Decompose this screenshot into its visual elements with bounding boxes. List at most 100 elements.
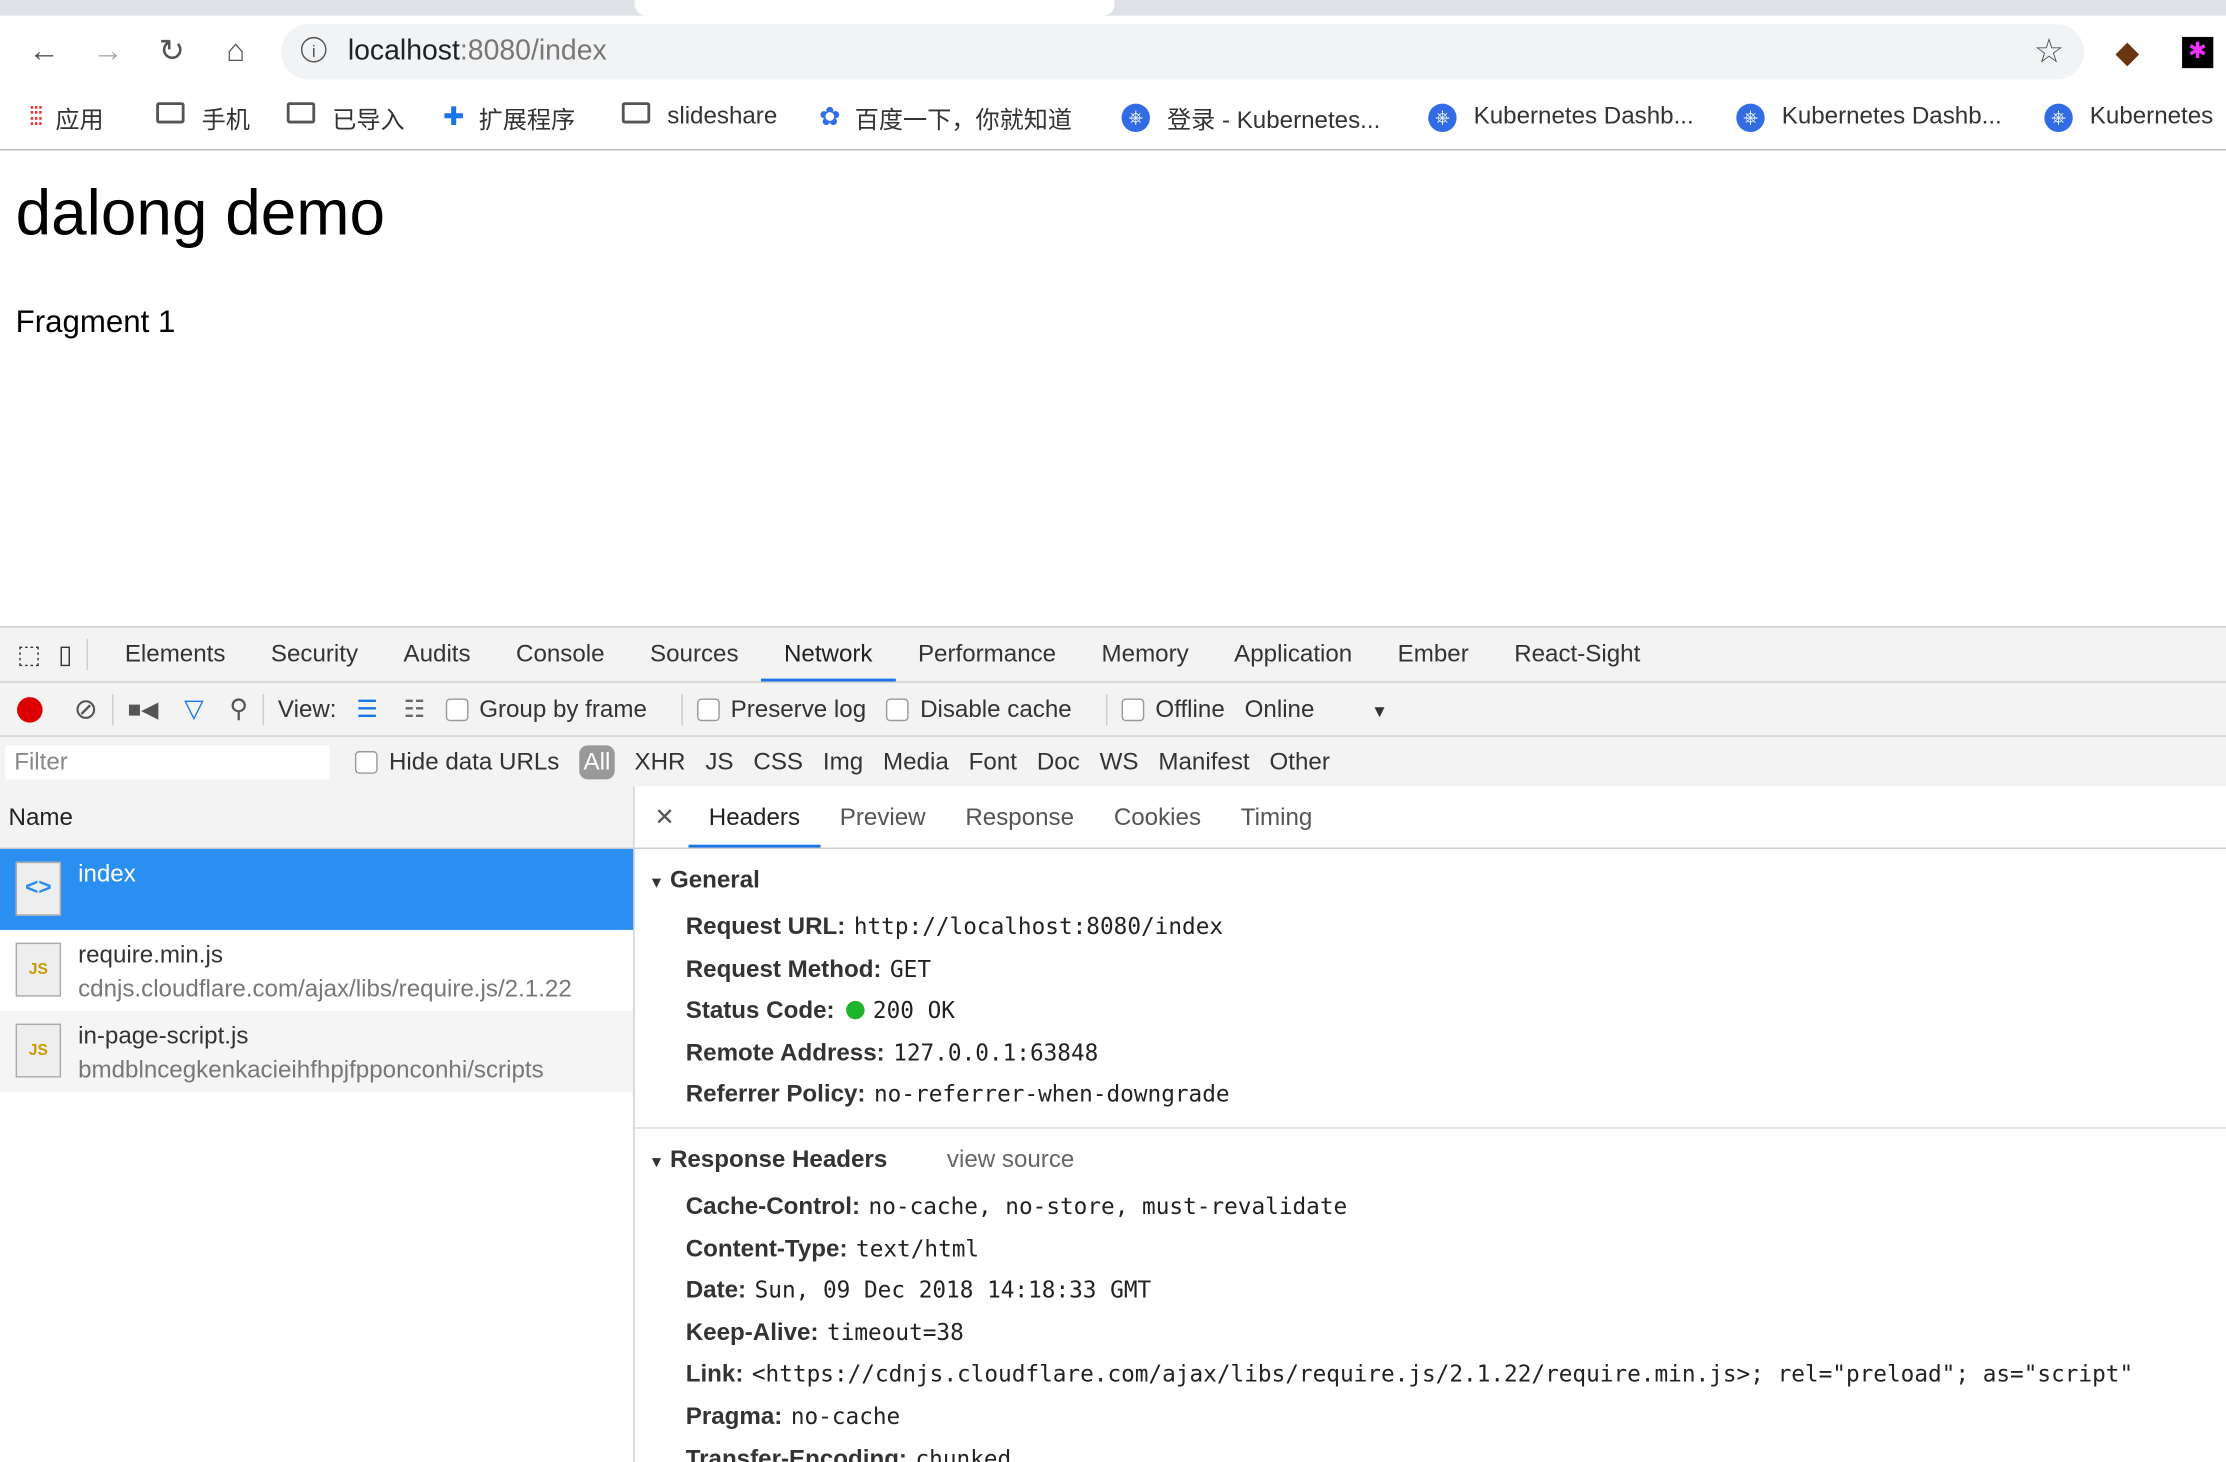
filter-type-js[interactable]: JS — [705, 747, 733, 775]
filter-type-manifest[interactable]: Manifest — [1158, 747, 1249, 775]
offline-checkbox[interactable] — [1121, 697, 1145, 721]
detail-tab-cookies[interactable]: Cookies — [1094, 787, 1221, 848]
record-icon[interactable] — [17, 696, 43, 722]
header-value: no-referrer-when-downgrade — [874, 1080, 1230, 1108]
devtools-tab-ember[interactable]: Ember — [1375, 628, 1492, 682]
devtools-tab-network[interactable]: Network — [761, 628, 896, 682]
apps-grid-icon: ⁞⁞⁞ — [28, 101, 44, 130]
devtools-tab-audits[interactable]: Audits — [381, 628, 494, 682]
detail-tab-preview[interactable]: Preview — [820, 787, 946, 848]
filter-type-other[interactable]: Other — [1270, 747, 1330, 775]
filter-type-ws[interactable]: WS — [1100, 747, 1139, 775]
header-row: Pragma: no-cache — [635, 1395, 2226, 1437]
offline-label: Offline — [1155, 694, 1225, 722]
large-rows-icon[interactable]: ☰ — [356, 695, 378, 723]
detail-tab-response[interactable]: Response — [945, 787, 1093, 848]
view-source-link[interactable]: view source — [947, 1146, 1074, 1173]
header-value: 127.0.0.1:63848 — [893, 1038, 1099, 1066]
extension-icon[interactable]: ◆ — [2115, 34, 2139, 71]
response-headers-title: Response Headers — [669, 1145, 888, 1173]
forward-icon[interactable]: → — [88, 31, 128, 71]
waterfall-icon[interactable]: ☷ — [404, 695, 426, 723]
search-icon[interactable]: ⚲ — [229, 694, 248, 724]
device-toolbar-icon[interactable]: ▯ — [58, 640, 72, 670]
devtools-tab-security[interactable]: Security — [248, 628, 381, 682]
bookmark-item[interactable]: ⎈ Kubernetes — [2044, 97, 2213, 137]
header-value: timeout=38 — [827, 1318, 964, 1346]
devtools-panel: ⬚ ▯ Elements Security Audits Console Sources… — [0, 626, 2226, 1462]
header-value: Sun, 09 Dec 2018 14:18:33 GMT — [754, 1276, 1152, 1304]
active-browser-tab[interactable] — [634, 0, 1115, 16]
header-row: Request Method: GET — [635, 948, 2226, 990]
bookmark-star-icon[interactable]: ☆ — [2034, 31, 2065, 72]
devtools-tab-elements[interactable]: Elements — [102, 628, 248, 682]
bookmark-item[interactable]: slideshare — [621, 97, 778, 137]
filter-type-font[interactable]: Font — [969, 747, 1017, 775]
request-name: require.min.js — [78, 941, 223, 969]
devtools-tab-performance[interactable]: Performance — [895, 628, 1079, 682]
devtools-tab-application[interactable]: Application — [1211, 628, 1375, 682]
clear-icon[interactable]: ⊘ — [74, 691, 98, 726]
preserve-log-checkbox[interactable] — [696, 697, 720, 721]
divider — [262, 693, 264, 725]
bookmark-item[interactable]: ⁞⁞⁞ 应用 — [28, 97, 103, 137]
reload-icon[interactable]: ↻ — [152, 31, 192, 71]
bookmark-item[interactable]: ⎈ Kubernetes Dashb... — [1736, 97, 2002, 137]
detail-tab-timing[interactable]: Timing — [1221, 787, 1332, 848]
bookmark-item[interactable]: 已导入 — [286, 97, 405, 137]
filter-type-doc[interactable]: Doc — [1037, 747, 1080, 775]
request-row[interactable]: <> index — [0, 848, 634, 930]
disable-cache-label: Disable cache — [920, 694, 1072, 722]
folder-icon — [156, 102, 201, 130]
bookmark-item[interactable]: ✿ 百度一下，你就知道 — [819, 97, 1072, 137]
detail-tab-headers[interactable]: Headers — [688, 787, 821, 848]
request-row[interactable]: JS in-page-script.js bmdblncegkenkacieihfh… — [0, 1010, 634, 1092]
inspect-icon[interactable]: ⬚ — [17, 640, 41, 670]
filter-type-xhr[interactable]: XHR — [634, 747, 685, 775]
request-row[interactable]: JS require.min.js cdnjs.cloudflare.com/aja… — [0, 930, 633, 1011]
header-row: Status Code: 200 OK — [635, 990, 2226, 1032]
bookmark-label: 扩展程序 — [478, 105, 576, 133]
filter-type-img[interactable]: Img — [823, 747, 863, 775]
devtools-tab-react-sight[interactable]: React-Sight — [1491, 628, 1663, 682]
bookmark-label: Kubernetes Dashb... — [1473, 102, 1694, 130]
disable-cache-checkbox[interactable] — [886, 697, 909, 721]
screenshot-camera-icon[interactable]: ■◀ — [127, 695, 158, 723]
bookmark-label: 百度一下，你就知道 — [854, 105, 1073, 133]
bookmark-item[interactable]: ⎈ 登录 - Kubernetes... — [1121, 97, 1380, 137]
throttle-select[interactable]: Online ▼ — [1245, 695, 1388, 723]
header-value: no-cache — [790, 1402, 901, 1430]
home-icon[interactable]: ⌂ — [216, 31, 256, 71]
header-value: 200 OK — [872, 996, 955, 1024]
group-by-frame-label: Group by frame — [479, 694, 647, 722]
hide-data-urls-checkbox[interactable] — [354, 750, 378, 774]
divider — [86, 638, 88, 671]
devtools-tab-memory[interactable]: Memory — [1079, 628, 1212, 682]
general-section-header[interactable]: ▼ General — [635, 849, 2226, 906]
filter-type-media[interactable]: Media — [883, 747, 949, 775]
devtools-tab-sources[interactable]: Sources — [627, 628, 761, 682]
bookmark-item[interactable]: ✚ 扩展程序 — [443, 97, 575, 137]
back-icon[interactable]: ← — [24, 31, 64, 71]
response-headers-section-header[interactable]: ▼ Response Headers view source — [635, 1129, 2226, 1186]
info-icon[interactable]: i — [300, 36, 327, 63]
name-column-header[interactable]: Name — [0, 786, 634, 849]
header-row: Date: Sun, 09 Dec 2018 14:18:33 GMT — [635, 1269, 2226, 1311]
extension-icon[interactable]: ✱ — [2182, 36, 2214, 69]
url-text: localhost:8080/index — [347, 35, 607, 67]
group-by-frame-checkbox[interactable] — [445, 697, 468, 721]
devtools-tab-console[interactable]: Console — [493, 628, 627, 682]
filter-type-all[interactable]: All — [579, 744, 615, 779]
bookmark-item[interactable]: ⎈ Kubernetes Dashb... — [1428, 97, 1694, 137]
filter-type-css[interactable]: CSS — [753, 747, 803, 775]
address-bar[interactable]: i localhost:8080/index ☆ — [281, 24, 2085, 80]
close-icon[interactable]: ✕ — [654, 803, 674, 831]
detail-tabs: ✕ Headers Preview Response Cookies Timing — [634, 786, 2226, 849]
bookmark-label: slideshare — [667, 102, 778, 130]
header-row: Cache-Control: no-cache, no-store, must-r… — [635, 1185, 2226, 1227]
bookmark-item[interactable]: 手机 — [156, 97, 250, 137]
header-row: Referrer Policy: no-referrer-when-downgra… — [635, 1074, 2226, 1116]
header-name: Remote Address: — [685, 1038, 885, 1066]
filter-icon[interactable]: ▽ — [184, 694, 204, 724]
filter-input[interactable]: Filter — [5, 744, 330, 779]
